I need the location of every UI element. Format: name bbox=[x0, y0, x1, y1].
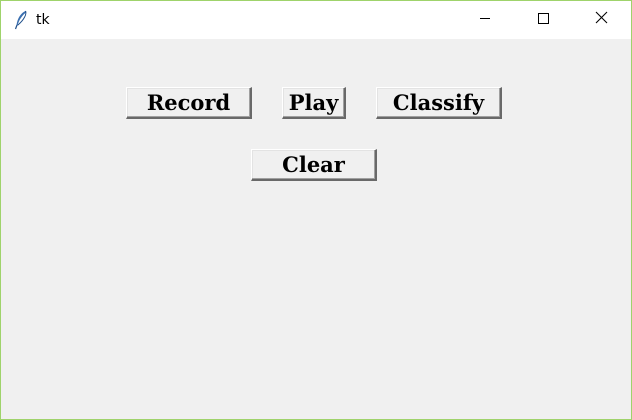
clear-button[interactable]: Clear bbox=[251, 149, 377, 181]
record-button[interactable]: Record bbox=[126, 87, 252, 119]
play-button[interactable]: Play bbox=[282, 87, 346, 119]
close-button[interactable] bbox=[572, 1, 630, 39]
app-window: tk Record Play Classify Clear bbox=[0, 0, 632, 420]
minimize-icon bbox=[479, 11, 491, 29]
window-title: tk bbox=[36, 12, 50, 28]
feather-icon bbox=[14, 10, 28, 30]
classify-button[interactable]: Classify bbox=[376, 87, 502, 119]
close-icon bbox=[595, 11, 608, 29]
maximize-icon bbox=[537, 11, 549, 29]
title-bar[interactable]: tk bbox=[1, 1, 631, 39]
minimize-button[interactable] bbox=[456, 1, 514, 39]
maximize-button[interactable] bbox=[514, 1, 572, 39]
main-content: Record Play Classify Clear bbox=[1, 39, 631, 419]
